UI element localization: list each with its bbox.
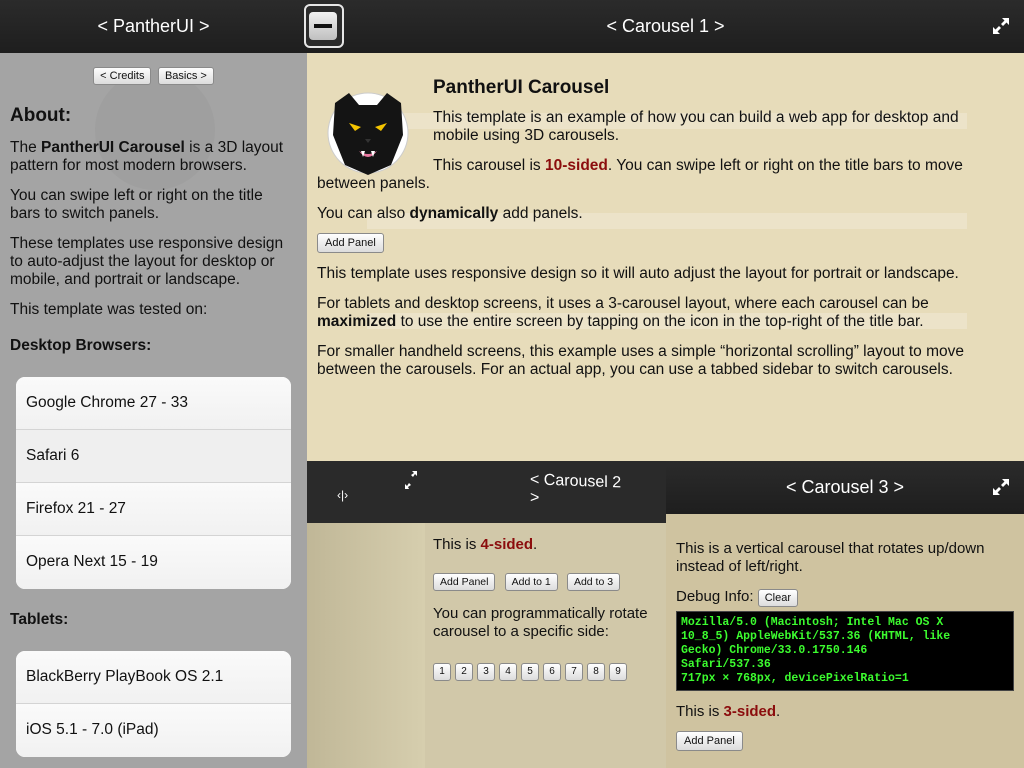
carousel-2-sides-text: This is 4-sided.: [433, 536, 538, 553]
carousel-1-title-bar[interactable]: < Carousel 1 >: [307, 0, 1024, 53]
carousel-1-title[interactable]: < Carousel 1 >: [606, 16, 724, 37]
carousel-1-paragraph-1: This template is an example of how you c…: [433, 109, 959, 144]
sidebar-title[interactable]: < PantherUI >: [97, 16, 209, 37]
add-panel-row: Add Panel: [317, 233, 1007, 253]
debug-info-row: Debug Info: Clear: [676, 588, 1016, 607]
about-paragraph-3: These templates use responsive design to…: [10, 235, 284, 288]
add-panel-button[interactable]: Add Panel: [317, 233, 384, 253]
carousel-3-sides-text: This is 3-sided.: [676, 703, 781, 720]
carousel-3-content: This is a vertical carousel that rotates…: [676, 540, 1016, 751]
carousel-2-button-row: Add Panel Add to 1 Add to 3: [433, 572, 666, 591]
carousel-3-button-row: Add Panel: [676, 731, 1016, 751]
desktop-browsers-heading: Desktop Browsers:: [10, 337, 152, 354]
side-2-button[interactable]: 2: [455, 663, 473, 681]
sidebar-title-bar[interactable]: < PantherUI >: [0, 0, 307, 53]
list-item[interactable]: iOS 5.1 - 7.0 (iPad): [16, 704, 291, 757]
carousel-2-rotate-text: You can programmatically rotate carousel…: [433, 605, 648, 640]
tablets-heading: Tablets:: [10, 611, 69, 628]
side-7-button[interactable]: 7: [565, 663, 583, 681]
credits-button[interactable]: < Credits: [93, 67, 152, 85]
minimize-button[interactable]: [304, 4, 344, 48]
carousel-2-side-tab[interactable]: ‹|›: [337, 488, 348, 502]
debug-info-label: Debug Info:: [676, 588, 754, 605]
carousel-3-description: This is a vertical carousel that rotates…: [676, 540, 985, 575]
side-8-button[interactable]: 8: [587, 663, 605, 681]
carousel-1-heading: PantherUI Carousel: [433, 77, 610, 98]
expand-icon[interactable]: [992, 478, 1010, 496]
carousel-1-content: PantherUI Carousel This template is an e…: [317, 77, 1007, 379]
add-panel-button[interactable]: Add Panel: [433, 573, 496, 591]
clear-button[interactable]: Clear: [757, 589, 799, 607]
expand-icon[interactable]: [403, 470, 419, 490]
carousel-2-title[interactable]: < Carousel 2 >: [530, 470, 630, 511]
side-1-button[interactable]: 1: [433, 663, 451, 681]
add-panel-button[interactable]: Add Panel: [676, 731, 743, 751]
about-paragraph-4: This template was tested on:: [10, 301, 208, 318]
about-paragraph-2: You can swipe left or right on the title…: [10, 187, 263, 222]
side-9-button[interactable]: 9: [609, 663, 627, 681]
list-item[interactable]: Opera Next 15 - 19: [16, 536, 291, 589]
minimize-icon: [309, 12, 337, 40]
sidebar: < Credits Basics > About: The PantherUI …: [0, 0, 307, 768]
basics-button[interactable]: Basics >: [157, 67, 214, 85]
carousel-1-paragraph-2: This carousel is 10-sided. You can swipe…: [317, 157, 963, 192]
list-item[interactable]: BlackBerry PlayBook OS 2.1: [16, 651, 291, 704]
carousel-3-title[interactable]: < Carousel 3 >: [786, 477, 904, 498]
carousel-2-content: This is 4-sided. Add Panel Add to 1 Add …: [433, 536, 666, 681]
sidebar-nav: < Credits Basics >: [10, 66, 297, 85]
carousel-1-paragraph-6: For smaller handheld screens, this examp…: [317, 343, 964, 378]
carousel-3-panel: This is a vertical carousel that rotates…: [666, 514, 1024, 768]
sidebar-content: < Credits Basics > About: The PantherUI …: [0, 53, 307, 757]
side-number-buttons: 123456789: [433, 661, 666, 681]
tablets-list: BlackBerry PlayBook OS 2.1 iOS 5.1 - 7.0…: [16, 651, 291, 757]
side-3-button[interactable]: 3: [477, 663, 495, 681]
side-4-button[interactable]: 4: [499, 663, 517, 681]
add-to-1-button[interactable]: Add to 1: [504, 573, 558, 591]
about-paragraph-1: The PantherUI Carousel is a 3D layout pa…: [10, 139, 284, 174]
add-to-3-button[interactable]: Add to 3: [566, 573, 621, 591]
about-heading: About:: [10, 105, 72, 126]
side-5-button[interactable]: 5: [521, 663, 539, 681]
carousel-3-title-bar[interactable]: < Carousel 3 >: [666, 461, 1024, 514]
carousel-1-paragraph-5: For tablets and desktop screens, it uses…: [317, 295, 929, 330]
list-item[interactable]: Safari 6: [16, 430, 291, 483]
carousel-1-paragraph-3: You can also dynamically add panels.: [317, 205, 583, 222]
expand-icon[interactable]: [992, 17, 1010, 35]
desktop-browsers-list: Google Chrome 27 - 33 Safari 6 Firefox 2…: [16, 377, 291, 589]
carousel-1-panel: PantherUI Carousel This template is an e…: [307, 53, 1024, 461]
list-item[interactable]: Google Chrome 27 - 33: [16, 377, 291, 430]
carousel-1-paragraph-4: This template uses responsive design so …: [317, 265, 959, 282]
side-6-button[interactable]: 6: [543, 663, 561, 681]
debug-output: Mozilla/5.0 (Macintosh; Intel Mac OS X 1…: [676, 611, 1014, 691]
list-item[interactable]: Firefox 21 - 27: [16, 483, 291, 536]
